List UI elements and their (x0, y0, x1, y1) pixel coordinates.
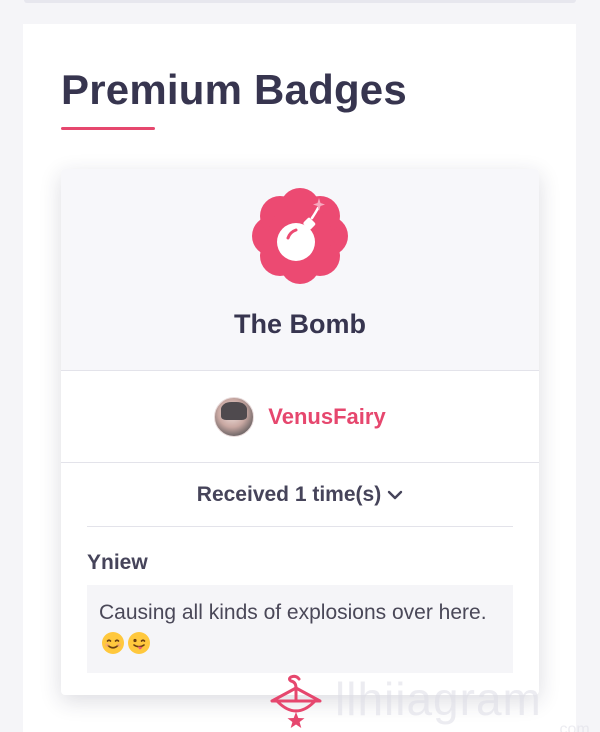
watermark: llhiiagram (335, 673, 542, 725)
avatar[interactable] (214, 396, 255, 437)
comment-text: Causing all kinds of explosions over her… (99, 601, 487, 624)
winking-tongue-emoji (128, 632, 150, 654)
comment-author[interactable]: Yniew (87, 551, 148, 575)
chevron-down-icon[interactable] (387, 487, 403, 503)
badge-card: The Bomb VenusFairy Received 1 time(s) Y… (61, 169, 539, 695)
top-strip (24, 0, 576, 3)
watermark-domain: .com (555, 721, 590, 732)
received-count-label: Received 1 time(s) (196, 482, 382, 506)
bomb-icon (252, 188, 348, 284)
badge-giver[interactable]: VenusFairy (61, 371, 539, 463)
section-title: Premium Badges (61, 66, 407, 113)
comment-box: Causing all kinds of explosions over her… (87, 585, 513, 673)
received-count-toggle[interactable]: Received 1 time(s) (87, 463, 513, 527)
badge-header: The Bomb (61, 169, 539, 371)
giver-username-link[interactable]: VenusFairy (268, 404, 385, 430)
badge-name: The Bomb (234, 309, 366, 339)
premium-badges-panel: Premium Badges The Bomb VenusFairy Recei… (23, 24, 590, 732)
smiling-face-emoji (102, 632, 124, 654)
title-underline (61, 127, 155, 130)
hanger-logo-icon (270, 674, 322, 728)
